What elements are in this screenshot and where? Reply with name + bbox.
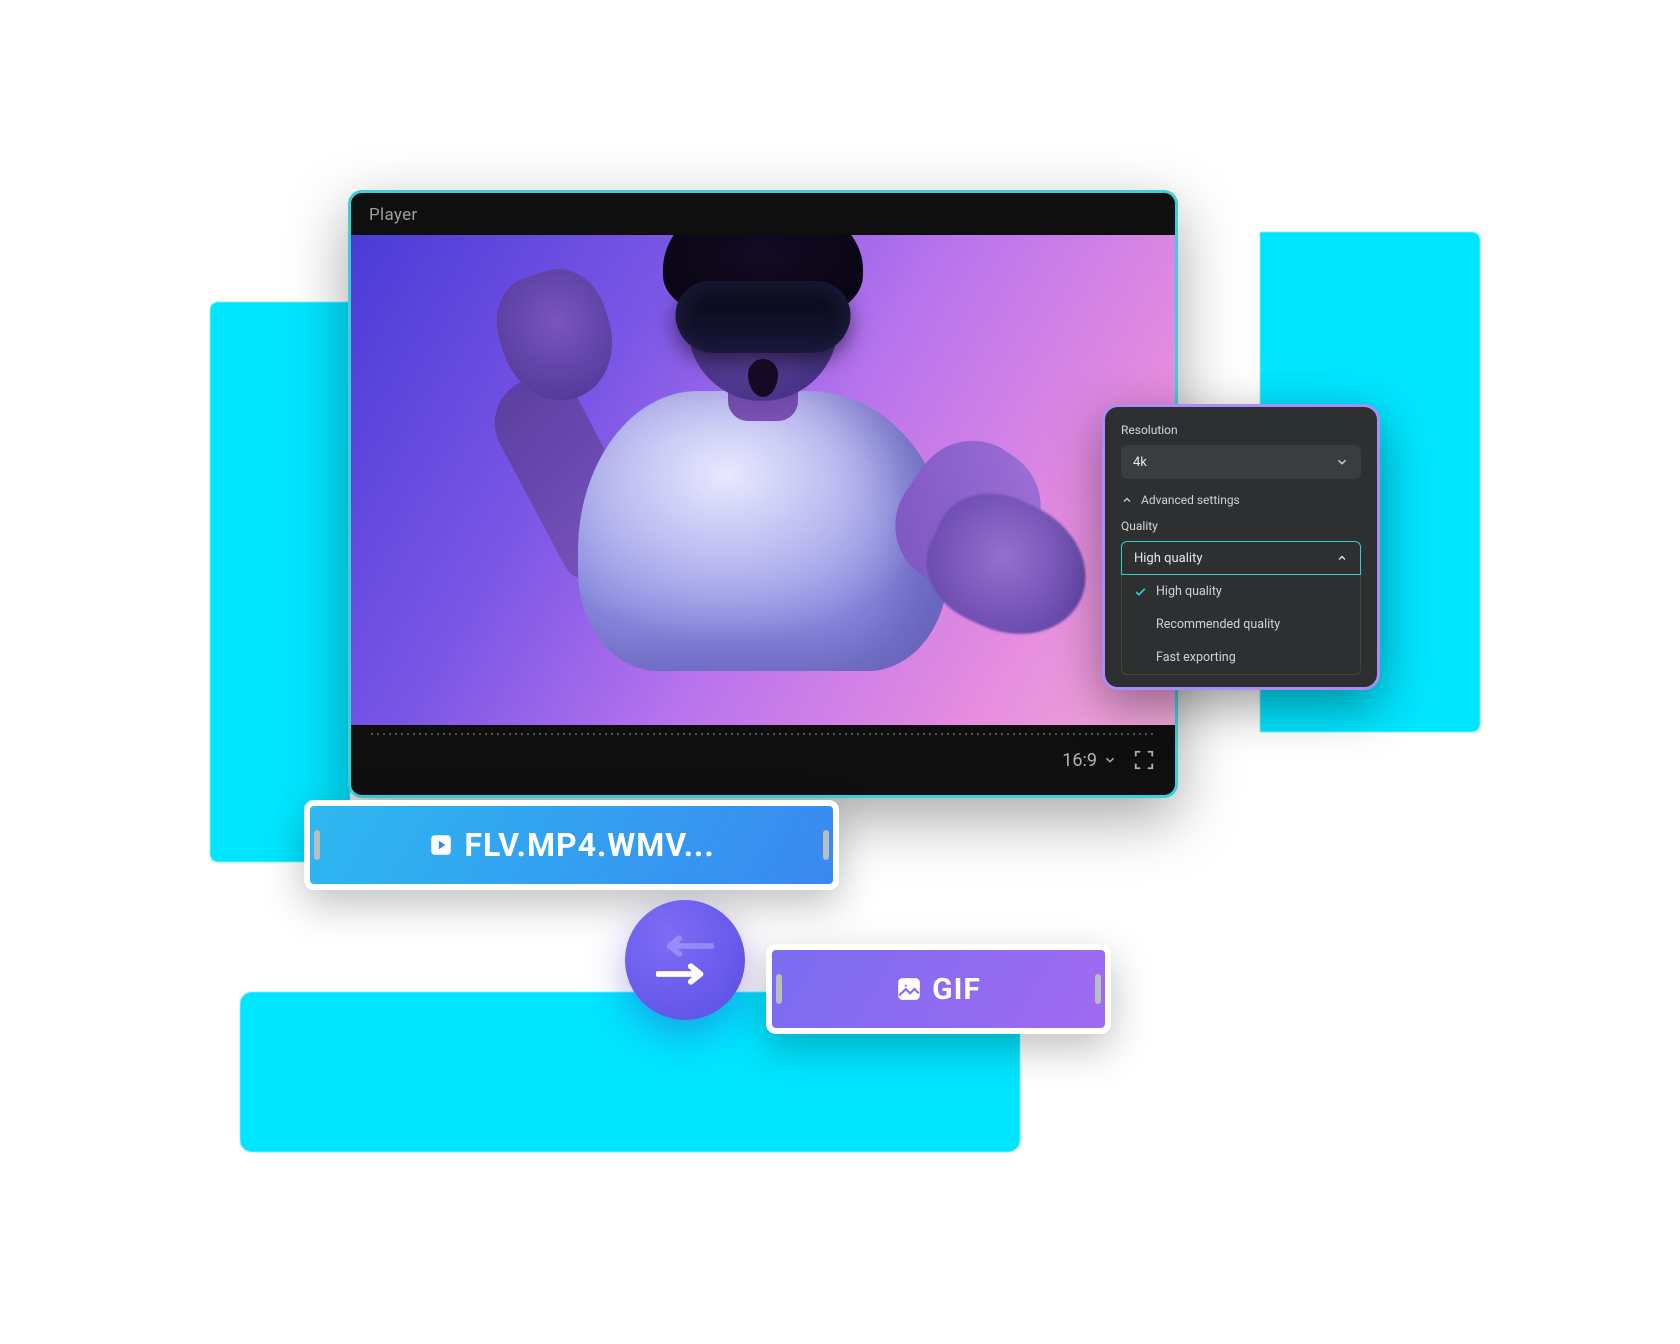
fullscreen-icon[interactable]	[1133, 749, 1155, 771]
chevron-up-icon	[1336, 552, 1348, 564]
export-settings-panel: Resolution 4k Advanced settings Quality …	[1102, 404, 1380, 690]
quality-options-list: High quality Recommended quality Fast ex…	[1121, 575, 1361, 675]
aspect-ratio-selector[interactable]: 16:9	[1062, 750, 1117, 771]
quality-select[interactable]: High quality	[1121, 541, 1361, 575]
quality-option-high[interactable]: High quality	[1122, 575, 1360, 608]
quality-value: High quality	[1134, 551, 1202, 566]
chevron-up-icon	[1121, 494, 1133, 506]
video-subject-illustration	[483, 235, 1043, 681]
player-controls-bar: 16:9	[351, 725, 1175, 795]
glow-accent-left	[210, 302, 350, 862]
arrow-right-icon	[656, 963, 714, 985]
aspect-ratio-value: 16:9	[1062, 750, 1097, 771]
quality-option-recommended[interactable]: Recommended quality	[1122, 608, 1360, 641]
video-formats-chip[interactable]: FLV.MP4.WMV...	[304, 800, 839, 890]
advanced-settings-label: Advanced settings	[1141, 493, 1240, 507]
resolution-value: 4k	[1133, 455, 1147, 470]
quality-option-fast[interactable]: Fast exporting	[1122, 641, 1360, 674]
gif-format-chip[interactable]: GIF	[766, 944, 1111, 1034]
chevron-down-icon	[1335, 455, 1349, 469]
chevron-down-icon	[1103, 753, 1117, 767]
player-window: Player 16:9	[348, 190, 1178, 798]
arrow-left-icon	[656, 935, 714, 957]
resolution-select[interactable]: 4k	[1121, 445, 1361, 479]
video-preview[interactable]	[351, 235, 1175, 725]
check-icon	[1134, 585, 1147, 598]
timeline-scrubber[interactable]	[371, 733, 1155, 735]
play-file-icon	[428, 832, 454, 858]
image-icon	[896, 976, 922, 1002]
gif-text: GIF	[932, 972, 981, 1007]
quality-label: Quality	[1121, 519, 1361, 533]
advanced-settings-toggle[interactable]: Advanced settings	[1121, 493, 1361, 507]
player-title: Player	[351, 193, 1175, 235]
resolution-label: Resolution	[1121, 423, 1361, 437]
convert-swap-icon	[625, 900, 745, 1020]
video-formats-text: FLV.MP4.WMV...	[464, 826, 714, 864]
